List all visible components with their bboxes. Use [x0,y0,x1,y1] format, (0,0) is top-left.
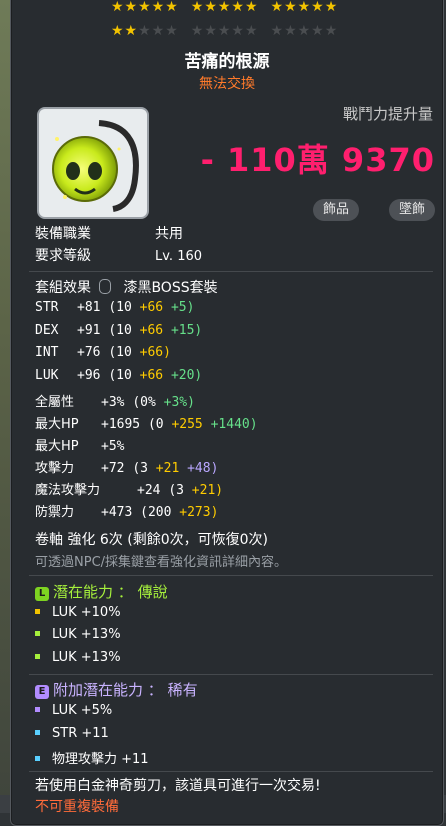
divider [29,271,433,272]
stat-row-defense: 防禦力 +473 (200 +273) [35,505,219,520]
scroll-enhance-info: 卷軸 強化 6次 (剩餘0次，可恢復0次) [35,532,268,548]
star-force-row-2: ★★★★★ ★★★★★ ★★★★★ [111,23,339,39]
category-tag-accessory: 飾品 [312,199,359,221]
stat-row-luk: LUK +96 (10 +66 +20) [35,368,203,383]
unique-equip-warning: 不可重複裝備 [35,799,119,815]
stat-row-dex: DEX +91 (10 +66 +15) [35,323,203,338]
mouse-icon [99,279,112,294]
additional-potential-line: 物理攻擊力 +11 [35,748,149,767]
star-force-row-1: ★★★★★ ★★★★★ ★★★★★ [111,0,339,15]
level-requirement: 要求等級 Lv. 160 [35,248,203,264]
stat-row-max-hp: 最大HP +1695 (0 +255 +1440) [35,417,258,432]
stat-row-all-stat: 全屬性 +3% (0% +3%) [35,395,195,410]
scissors-note: 若使用白金神奇剪刀，該道具可進行一次交易! [35,778,321,794]
pendant-icon [52,120,139,212]
stat-row-magic-attack: 魔法攻擊力 +24 (3 +21) [35,483,224,498]
star-force-rating: ★★ [111,23,139,39]
power-change-value: - 110萬 9370 [200,141,435,179]
stat-row-attack: 攻擊力 +72 (3 +21 +48) [35,461,219,476]
item-icon-frame [37,107,149,219]
potential-line: LUK +13% [35,627,121,642]
item-tooltip: ★★★★★ ★★★★★ ★★★★★ ★★★★★ ★★★★★ ★★★★★ 苦痛的根源 無法… [10,0,444,826]
additional-potential-line: LUK +5% [35,703,112,718]
potential-line: LUK +13% [35,650,121,665]
epic-badge-icon: E [35,685,49,699]
trade-status: 無法交換 [199,76,255,92]
additional-potential-header: E 附加潛在能力 ： 稀有 [35,679,198,700]
potential-line: LUK +10% [35,605,121,620]
job-requirement: 裝備職業 共用 [35,226,183,242]
power-change-label: 戰鬥力提升量 [342,105,433,123]
stat-row-int: INT +76 (10 +66) [35,345,171,360]
additional-potential-line: STR +11 [35,726,109,741]
potential-header: L 潛在能力 ： 傳說 [35,581,168,602]
stat-row-max-hp-percent: 最大HP +5% [35,439,125,454]
enhance-hint: 可透過NPC/採集鍵查看強化資訊詳細內容。 [35,555,288,570]
legendary-badge-icon: L [35,587,49,601]
divider [29,771,433,772]
stat-row-str: STR +81 (10 +66 +5) [35,300,195,315]
category-tag-pendant: 墜飾 [388,199,435,221]
divider [29,575,433,576]
item-name: 苦痛的根源 [184,52,270,72]
divider [29,674,433,675]
set-effect: 套組效果 漆黑BOSS套裝 [35,279,218,296]
